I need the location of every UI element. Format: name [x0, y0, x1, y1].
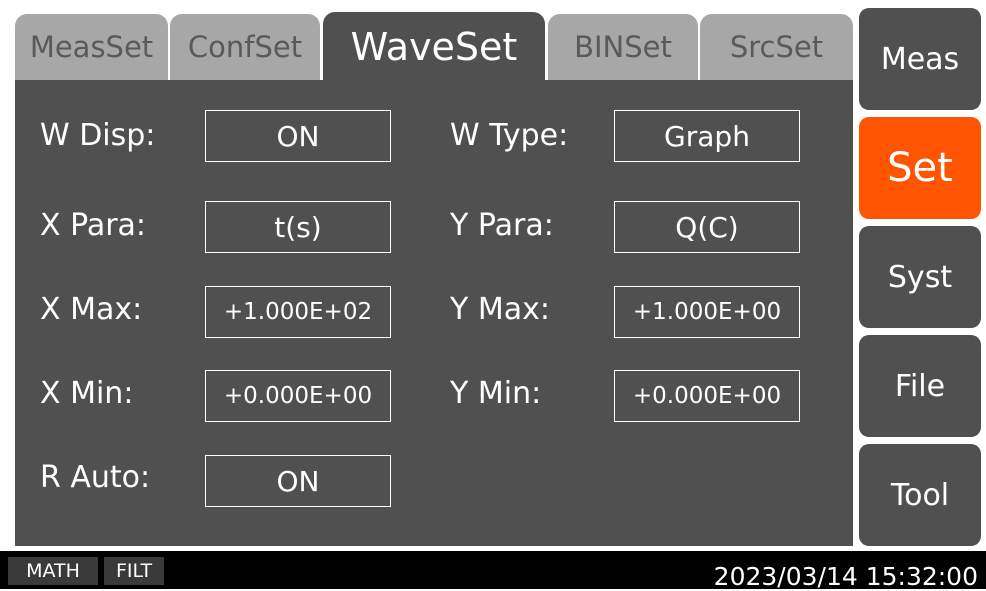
w-disp-label: W Disp: — [40, 118, 156, 153]
r-auto-field[interactable]: ON — [205, 455, 391, 507]
tab-binset[interactable]: BINSet — [548, 14, 698, 80]
x-min-field[interactable]: +0.000E+00 — [205, 370, 391, 422]
y-min-label: Y Min: — [450, 376, 542, 411]
datetime-display: 2023/03/14 15:32:00 — [713, 562, 978, 591]
w-disp-field[interactable]: ON — [205, 110, 391, 162]
y-max-field[interactable]: +1.000E+00 — [614, 286, 800, 338]
y-max-label: Y Max: — [450, 292, 550, 327]
w-type-label: W Type: — [450, 118, 569, 153]
side-button-file[interactable]: File — [859, 335, 981, 437]
x-para-field[interactable]: t(s) — [205, 201, 391, 253]
x-para-label: X Para: — [40, 208, 147, 243]
math-indicator: MATH — [8, 557, 98, 585]
r-auto-label: R Auto: — [40, 460, 151, 495]
x-max-field[interactable]: +1.000E+02 — [205, 286, 391, 338]
y-para-label: Y Para: — [450, 208, 554, 243]
side-button-tool[interactable]: Tool — [859, 444, 981, 546]
filt-indicator: FILT — [104, 557, 164, 585]
side-button-meas[interactable]: Meas — [859, 8, 981, 110]
tab-srcset[interactable]: SrcSet — [700, 14, 853, 80]
y-para-field[interactable]: Q(C) — [614, 201, 800, 253]
y-min-field[interactable]: +0.000E+00 — [614, 370, 800, 422]
w-type-field[interactable]: Graph — [614, 110, 800, 162]
tab-waveset[interactable]: WaveSet — [323, 12, 545, 82]
x-max-label: X Max: — [40, 292, 143, 327]
side-button-syst[interactable]: Syst — [859, 226, 981, 328]
tab-confset[interactable]: ConfSet — [170, 14, 320, 80]
tab-measset[interactable]: MeasSet — [15, 14, 168, 80]
x-min-label: X Min: — [40, 376, 134, 411]
side-button-set[interactable]: Set — [859, 117, 981, 219]
